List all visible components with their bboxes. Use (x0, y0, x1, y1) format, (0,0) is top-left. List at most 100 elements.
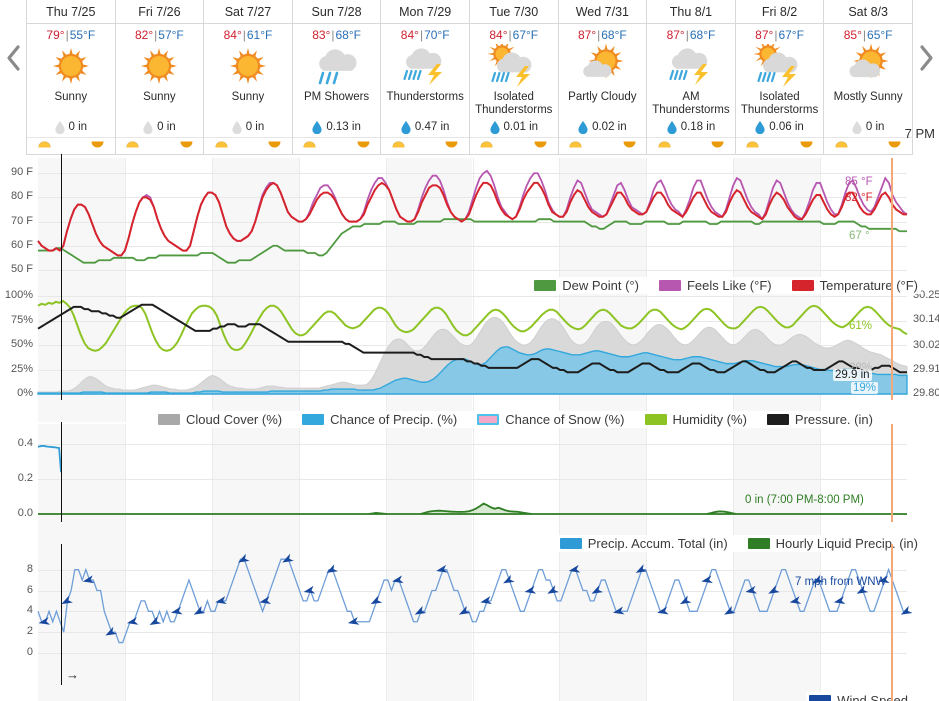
legend-swatch (747, 538, 770, 549)
wind-direction-arrow (568, 564, 581, 573)
annotation-chance-precip: 19% (851, 382, 879, 394)
sunrise-sunset-row (292, 137, 381, 152)
precip-drop-icon (667, 120, 677, 134)
thunderstorm-icon (665, 44, 717, 90)
legend-item[interactable]: Humidity (%) (644, 412, 747, 427)
day-condition: AM Thunderstorms (652, 91, 730, 116)
wind-chart[interactable]: 024687 mph from WNW → Wind Speed (0, 544, 939, 701)
sunrise-icon (746, 141, 759, 148)
sunrise-sunset-row (558, 137, 647, 152)
sunrise-sunset-row (204, 137, 292, 152)
legend-item[interactable]: Temperature (°F) (791, 278, 918, 293)
sunrise-sunset-row (27, 137, 115, 152)
legend-item[interactable]: Feels Like (°F) (658, 278, 772, 293)
legend-item[interactable]: Precip. Accum. Total (in) (559, 536, 728, 551)
legend-label: Pressure. (in) (794, 412, 873, 427)
day-condition: Sunny (231, 91, 265, 103)
day-temperature-range: 79°|55°F (46, 24, 95, 43)
partly-cloudy-icon (576, 44, 628, 90)
sunset-icon (888, 141, 901, 148)
annotation-dew-point: 67 ° (849, 230, 870, 242)
day-temperature-range: 84°|61°F (224, 24, 273, 43)
day-precip: 0.06 in (755, 118, 804, 136)
sunrise-icon (38, 141, 50, 148)
legend-item[interactable]: Wind Speed (809, 693, 908, 701)
temperature-chart[interactable]: 50 F 60 F 70 F 80 F 90 F 85 °F 82 °F 67 ° Dew Po… (0, 154, 939, 294)
day-precip-amount: 0 in (68, 121, 88, 133)
sunset-icon (711, 141, 724, 148)
day-precip-amount: 0.47 in (414, 121, 450, 133)
legend-label: Wind Speed (837, 693, 908, 701)
day-column[interactable]: Sat 8/3 85°|65°F Mostly Sunny 0 in (823, 0, 913, 155)
day-column[interactable]: Wed 7/31 87°|68°F Partly Cloudy 0.02 in (557, 0, 647, 155)
day-column[interactable]: Thu 7/25 79°|55°F Sunny 0 in (26, 0, 115, 155)
temp-separator: | (331, 28, 335, 42)
legend-swatch (766, 414, 789, 425)
day-column[interactable]: Fri 7/26 82°|57°F Sunny 0 in (114, 0, 204, 155)
sunset-icon (91, 141, 104, 148)
legend-item[interactable]: Pressure. (in) (766, 412, 873, 427)
sun-thunderstorm-icon (487, 44, 540, 90)
day-column[interactable]: Tue 7/30 84°|67°F Isolated Thunderstorms 0.… (468, 0, 558, 155)
precip-drop-icon (401, 120, 411, 134)
temperature-series (37, 169, 908, 264)
legend-item[interactable]: Chance of Precip. (%) (302, 412, 457, 427)
day-low-temp: 67°F (778, 28, 804, 42)
day-high-temp: 84° (400, 28, 419, 42)
day-precip: 0.18 in (667, 118, 716, 136)
previous-days-button[interactable] (0, 0, 26, 155)
daily-forecast-strip: Thu 7/25 79°|55°F Sunny 0 in Fri 7/26 82°|57°… (0, 0, 939, 155)
day-high-temp: 87° (666, 28, 685, 42)
wind-direction-arrow (392, 575, 404, 584)
day-name: Sat 7/27 (204, 0, 292, 24)
day-column[interactable]: Sat 7/27 84°|61°F Sunny 0 in (203, 0, 292, 155)
day-low-temp: 68°F (689, 28, 716, 42)
precip-drop-icon (312, 120, 322, 134)
hover-time-tooltip: 7 PM (904, 126, 935, 141)
day-name: Thu 7/25 (27, 0, 115, 24)
wind-direction-arrow (38, 616, 51, 625)
precip-drop-icon (852, 120, 862, 134)
legend-label: Precip. Accum. Total (in) (587, 536, 728, 551)
sunset-icon (180, 141, 193, 148)
day-name: Wed 7/31 (558, 0, 647, 24)
precipitation-chart[interactable]: 0.0 0.2 0.4 0 in (7:00 PM-8:00 PM) Precip. A… (0, 422, 939, 552)
legend-swatch (809, 695, 832, 701)
day-column[interactable]: Fri 8/2 87°|67°F Isolated Thunderstorms 0.0… (734, 0, 824, 155)
day-column[interactable]: Thu 8/1 87°|68°F AM Thunderstorms 0.18 in (646, 0, 735, 155)
mostly-sunny-icon (842, 44, 894, 90)
day-low-temp: 61°F (246, 28, 273, 42)
humidity-cloud-chart[interactable]: 0% 25% 50% 75% 100% 29.80 29.91 30.02 30.14 30.25… (0, 288, 939, 428)
day-low-temp: 65°F (867, 28, 893, 42)
day-column[interactable]: Sun 7/28 83°|68°F PM Showers 0.13 in (291, 0, 381, 155)
sunset-icon (623, 141, 636, 148)
day-high-temp: 87° (755, 28, 774, 42)
day-condition: Isolated Thunderstorms (740, 91, 819, 116)
now-marker-line (891, 424, 893, 522)
precipitation-series (37, 445, 907, 515)
day-precip-amount: 0.13 in (326, 121, 361, 133)
day-name: Sat 8/3 (824, 0, 912, 24)
day-temperature-range: 84°|67°F (489, 24, 538, 43)
day-high-temp: 87° (577, 28, 597, 42)
day-high-temp: 82° (135, 28, 154, 42)
day-condition: Sunny (54, 91, 88, 103)
day-precip-amount: 0.18 in (680, 121, 716, 133)
temp-separator: | (65, 28, 69, 42)
wind-direction-arrow (126, 616, 139, 625)
now-marker-line (891, 290, 893, 400)
humidity-cloud-legend: Cloud Cover (%) Chance of Precip. (%) Chan… (155, 411, 876, 428)
day-temperature-range: 83°|68°F (312, 24, 361, 43)
day-precip-amount: 0.06 in (769, 121, 804, 133)
annotation-hourly-precip: 0 in (7:00 PM-8:00 PM) (745, 494, 864, 506)
sunrise-sunset-row (469, 137, 558, 152)
day-temperature-range: 87°|67°F (755, 24, 804, 43)
legend-item[interactable]: Dew Point (°) (534, 278, 639, 293)
day-columns: Thu 7/25 79°|55°F Sunny 0 in Fri 7/26 82°|57°… (26, 0, 913, 155)
annotation-pressure: 29.9 in (833, 369, 872, 381)
day-column[interactable]: Mon 7/29 84°|70°F Thunderstorms 0.47 in (380, 0, 469, 155)
now-marker-line (891, 158, 893, 290)
legend-label: Temperature (°F) (819, 278, 918, 293)
legend-item[interactable]: Chance of Snow (%) (477, 412, 625, 427)
legend-item[interactable]: Cloud Cover (%) (158, 412, 282, 427)
